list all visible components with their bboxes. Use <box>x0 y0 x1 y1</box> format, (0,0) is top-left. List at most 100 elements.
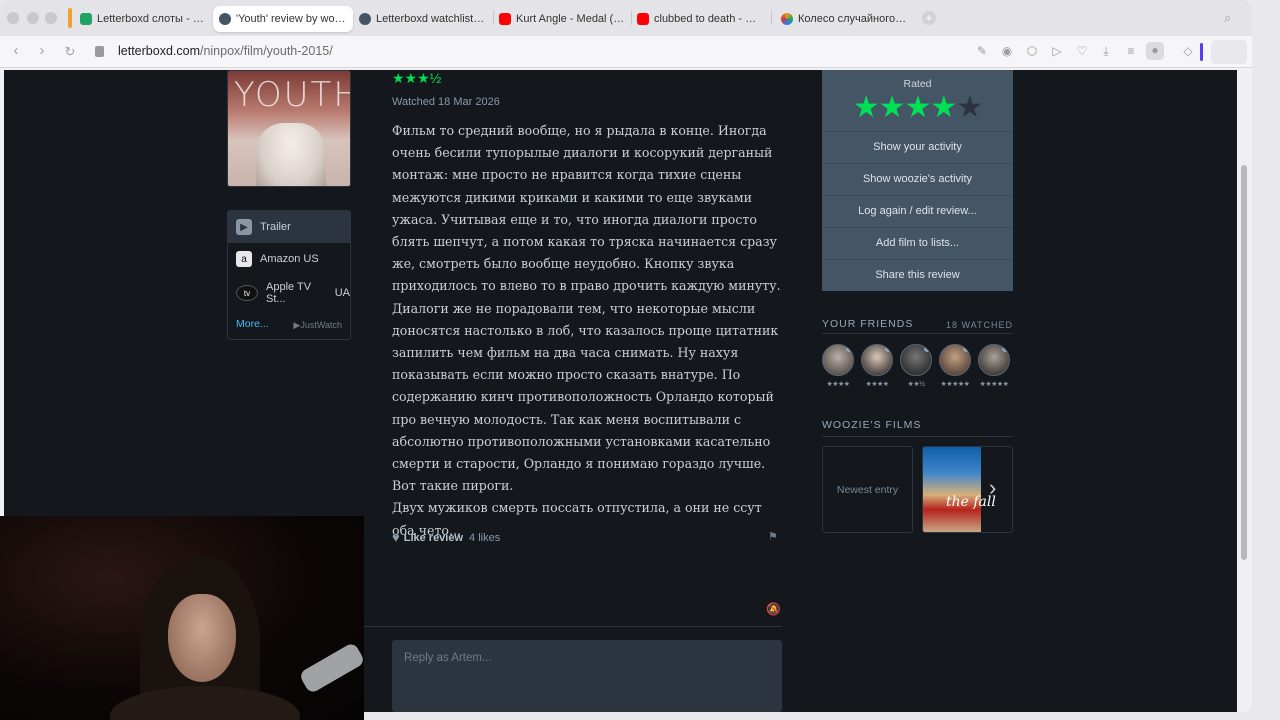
review-paragraph: Фильм то средний вообще, но я рыдала в к… <box>392 123 781 494</box>
friend-badge-icon <box>963 345 970 352</box>
like-review-button[interactable]: Like review <box>404 532 463 544</box>
friend-rating: ★★★★ <box>865 381 889 388</box>
film-poster[interactable]: YOUTH <box>227 70 351 187</box>
page-scrollbar[interactable] <box>1238 70 1250 712</box>
reload-button[interactable]: ↻ <box>60 44 80 60</box>
friend-badge-icon <box>885 345 892 352</box>
rated-block: Rated ★★★★★ <box>822 70 1013 131</box>
add-to-lists-button[interactable]: Add film to lists... <box>822 227 1013 258</box>
the-fall-poster[interactable] <box>923 447 981 532</box>
rated-stars[interactable]: ★★★★★ <box>822 90 1013 125</box>
actions-panel: Rated ★★★★★ Show your activity Show wooz… <box>822 70 1013 291</box>
friend-rating: ★★★★ <box>826 381 850 388</box>
youtube-icon <box>499 13 511 25</box>
woozie-films-header: WOOZIE'S FILMS <box>822 419 1013 437</box>
apple-tv-link[interactable]: tv Apple TV St... UA <box>228 277 350 309</box>
letterboxd-icon <box>219 13 231 25</box>
extensions-button[interactable] <box>1211 40 1247 64</box>
action-label: Show woozie's activity <box>862 173 973 185</box>
mute-notifications-icon[interactable]: 🔕 <box>766 602 781 616</box>
shield-icon[interactable]: ⬡ <box>1024 43 1040 59</box>
friend-badge-icon <box>924 345 931 352</box>
action-label: Share this review <box>875 269 960 281</box>
friend-avatar[interactable] <box>822 344 854 376</box>
friend-avatar[interactable] <box>939 344 971 376</box>
show-woozie-activity-button[interactable]: Show woozie's activity <box>822 163 1013 194</box>
edit-icon[interactable]: ✎ <box>974 43 990 59</box>
newest-entry-label: Newest entry <box>836 483 899 496</box>
url-path: /ninpox/film/youth-2015/ <box>199 44 333 58</box>
minimize-window-button[interactable] <box>27 12 39 24</box>
heart-icon[interactable]: ♥ <box>392 530 400 545</box>
url-field[interactable]: letterboxd.com/ninpox/film/youth-2015/ <box>118 44 333 58</box>
tab-youth-review[interactable]: 'Youth' review by woozie <box>213 6 353 32</box>
friends-title[interactable]: YOUR FRIENDS <box>822 318 913 330</box>
friend-avatar[interactable] <box>978 344 1010 376</box>
friend-badge-icon <box>1002 345 1009 352</box>
poster-title: YOUTH <box>234 75 351 115</box>
friend-rating: ★★★★★ <box>979 381 1009 388</box>
forward-button[interactable]: › <box>32 42 52 59</box>
profile-icon[interactable]: ● <box>1146 42 1164 60</box>
heart-icon[interactable]: ♡ <box>1074 43 1090 59</box>
like-review-row: ♥ Like review 4 likes <box>392 530 500 545</box>
action-label: Log again / edit review... <box>858 205 977 217</box>
poster-figure <box>256 123 326 186</box>
reply-input[interactable]: Reply as Artem... <box>392 640 782 712</box>
amazon-label: Amazon US <box>260 253 319 265</box>
share-review-button[interactable]: Share this review <box>822 259 1013 290</box>
reply-placeholder: Reply as Artem... <box>404 652 492 664</box>
friend-rating: ★★½ <box>907 381 925 388</box>
action-label: Show your activity <box>873 141 962 153</box>
justwatch-label: JustWatch <box>300 320 342 330</box>
newest-entry-tile: Newest entry <box>822 446 913 533</box>
sheets-icon <box>80 13 92 25</box>
rated-label: Rated <box>903 78 932 90</box>
friend-avatar[interactable] <box>900 344 932 376</box>
friend-badge-icon <box>846 345 853 352</box>
tab-letterboxd-sloty[interactable]: Letterboxd слоты - Goog <box>74 6 212 32</box>
scrollbar-thumb[interactable] <box>1241 165 1247 560</box>
film-poster-tile[interactable]: the fall › <box>922 446 1013 533</box>
new-tab-button[interactable]: + <box>922 11 936 25</box>
url-domain: letterboxd.com <box>118 44 200 58</box>
close-window-button[interactable] <box>7 12 19 24</box>
justwatch-credit[interactable]: ▶JustWatch <box>293 320 342 331</box>
apple-tv-label: Apple TV St... <box>266 281 312 305</box>
tab-strip: Letterboxd слоты - Goog 'Youth' review b… <box>0 0 1252 36</box>
likes-count[interactable]: 4 likes <box>469 532 500 544</box>
apple-tv-icon: tv <box>236 285 258 301</box>
amazon-icon: a <box>236 251 252 267</box>
log-edit-review-button[interactable]: Log again / edit review... <box>822 195 1013 226</box>
tab-group-marker <box>68 8 72 28</box>
divider <box>364 626 782 627</box>
friends-count[interactable]: 18 WATCHED <box>946 320 1013 330</box>
search-tabs-icon[interactable]: ⌕ <box>1224 10 1231 26</box>
tab-wheel[interactable]: Колесо случайного выб <box>775 6 915 32</box>
play-icon[interactable]: ▷ <box>1049 43 1065 59</box>
webcam-person-face <box>168 594 236 682</box>
tab-separator <box>771 11 772 25</box>
amazon-link[interactable]: a Amazon US <box>228 243 350 275</box>
show-your-activity-button[interactable]: Show your activity <box>822 131 1013 162</box>
webcam-overlay <box>0 516 364 720</box>
chevron-right-icon[interactable]: › <box>989 475 996 501</box>
download-icon[interactable]: ⤓ <box>1098 43 1114 59</box>
woozie-films-title[interactable]: WOOZIE'S FILMS <box>822 419 921 431</box>
menu-icon[interactable]: ≡ <box>1123 43 1139 59</box>
back-button[interactable]: ‹ <box>6 42 26 59</box>
more-services-link[interactable]: More... <box>236 318 269 330</box>
maximize-window-button[interactable] <box>45 12 57 24</box>
address-toolbar: ‹ › ↻ letterboxd.com/ninpox/film/youth-2… <box>0 36 1252 68</box>
tab-kurt-angle[interactable]: Kurt Angle - Medal (Entr <box>493 6 631 32</box>
tab-watchlist-picker[interactable]: Letterboxd watchlist pic <box>353 6 493 32</box>
trailer-link[interactable]: ▶ Trailer <box>228 211 350 243</box>
trailer-label: Trailer <box>260 221 291 233</box>
camera-icon[interactable]: ◉ <box>999 43 1015 59</box>
watched-date: Watched 18 Mar 2026 <box>392 96 500 108</box>
friend-avatar[interactable] <box>861 344 893 376</box>
tab-clubbed-to-death[interactable]: clubbed to death - Matri <box>631 6 771 32</box>
cube-icon[interactable]: ◇ <box>1180 43 1196 59</box>
report-flag-icon[interactable]: ⚑ <box>768 530 778 543</box>
sidebar-indicator <box>1200 43 1203 61</box>
